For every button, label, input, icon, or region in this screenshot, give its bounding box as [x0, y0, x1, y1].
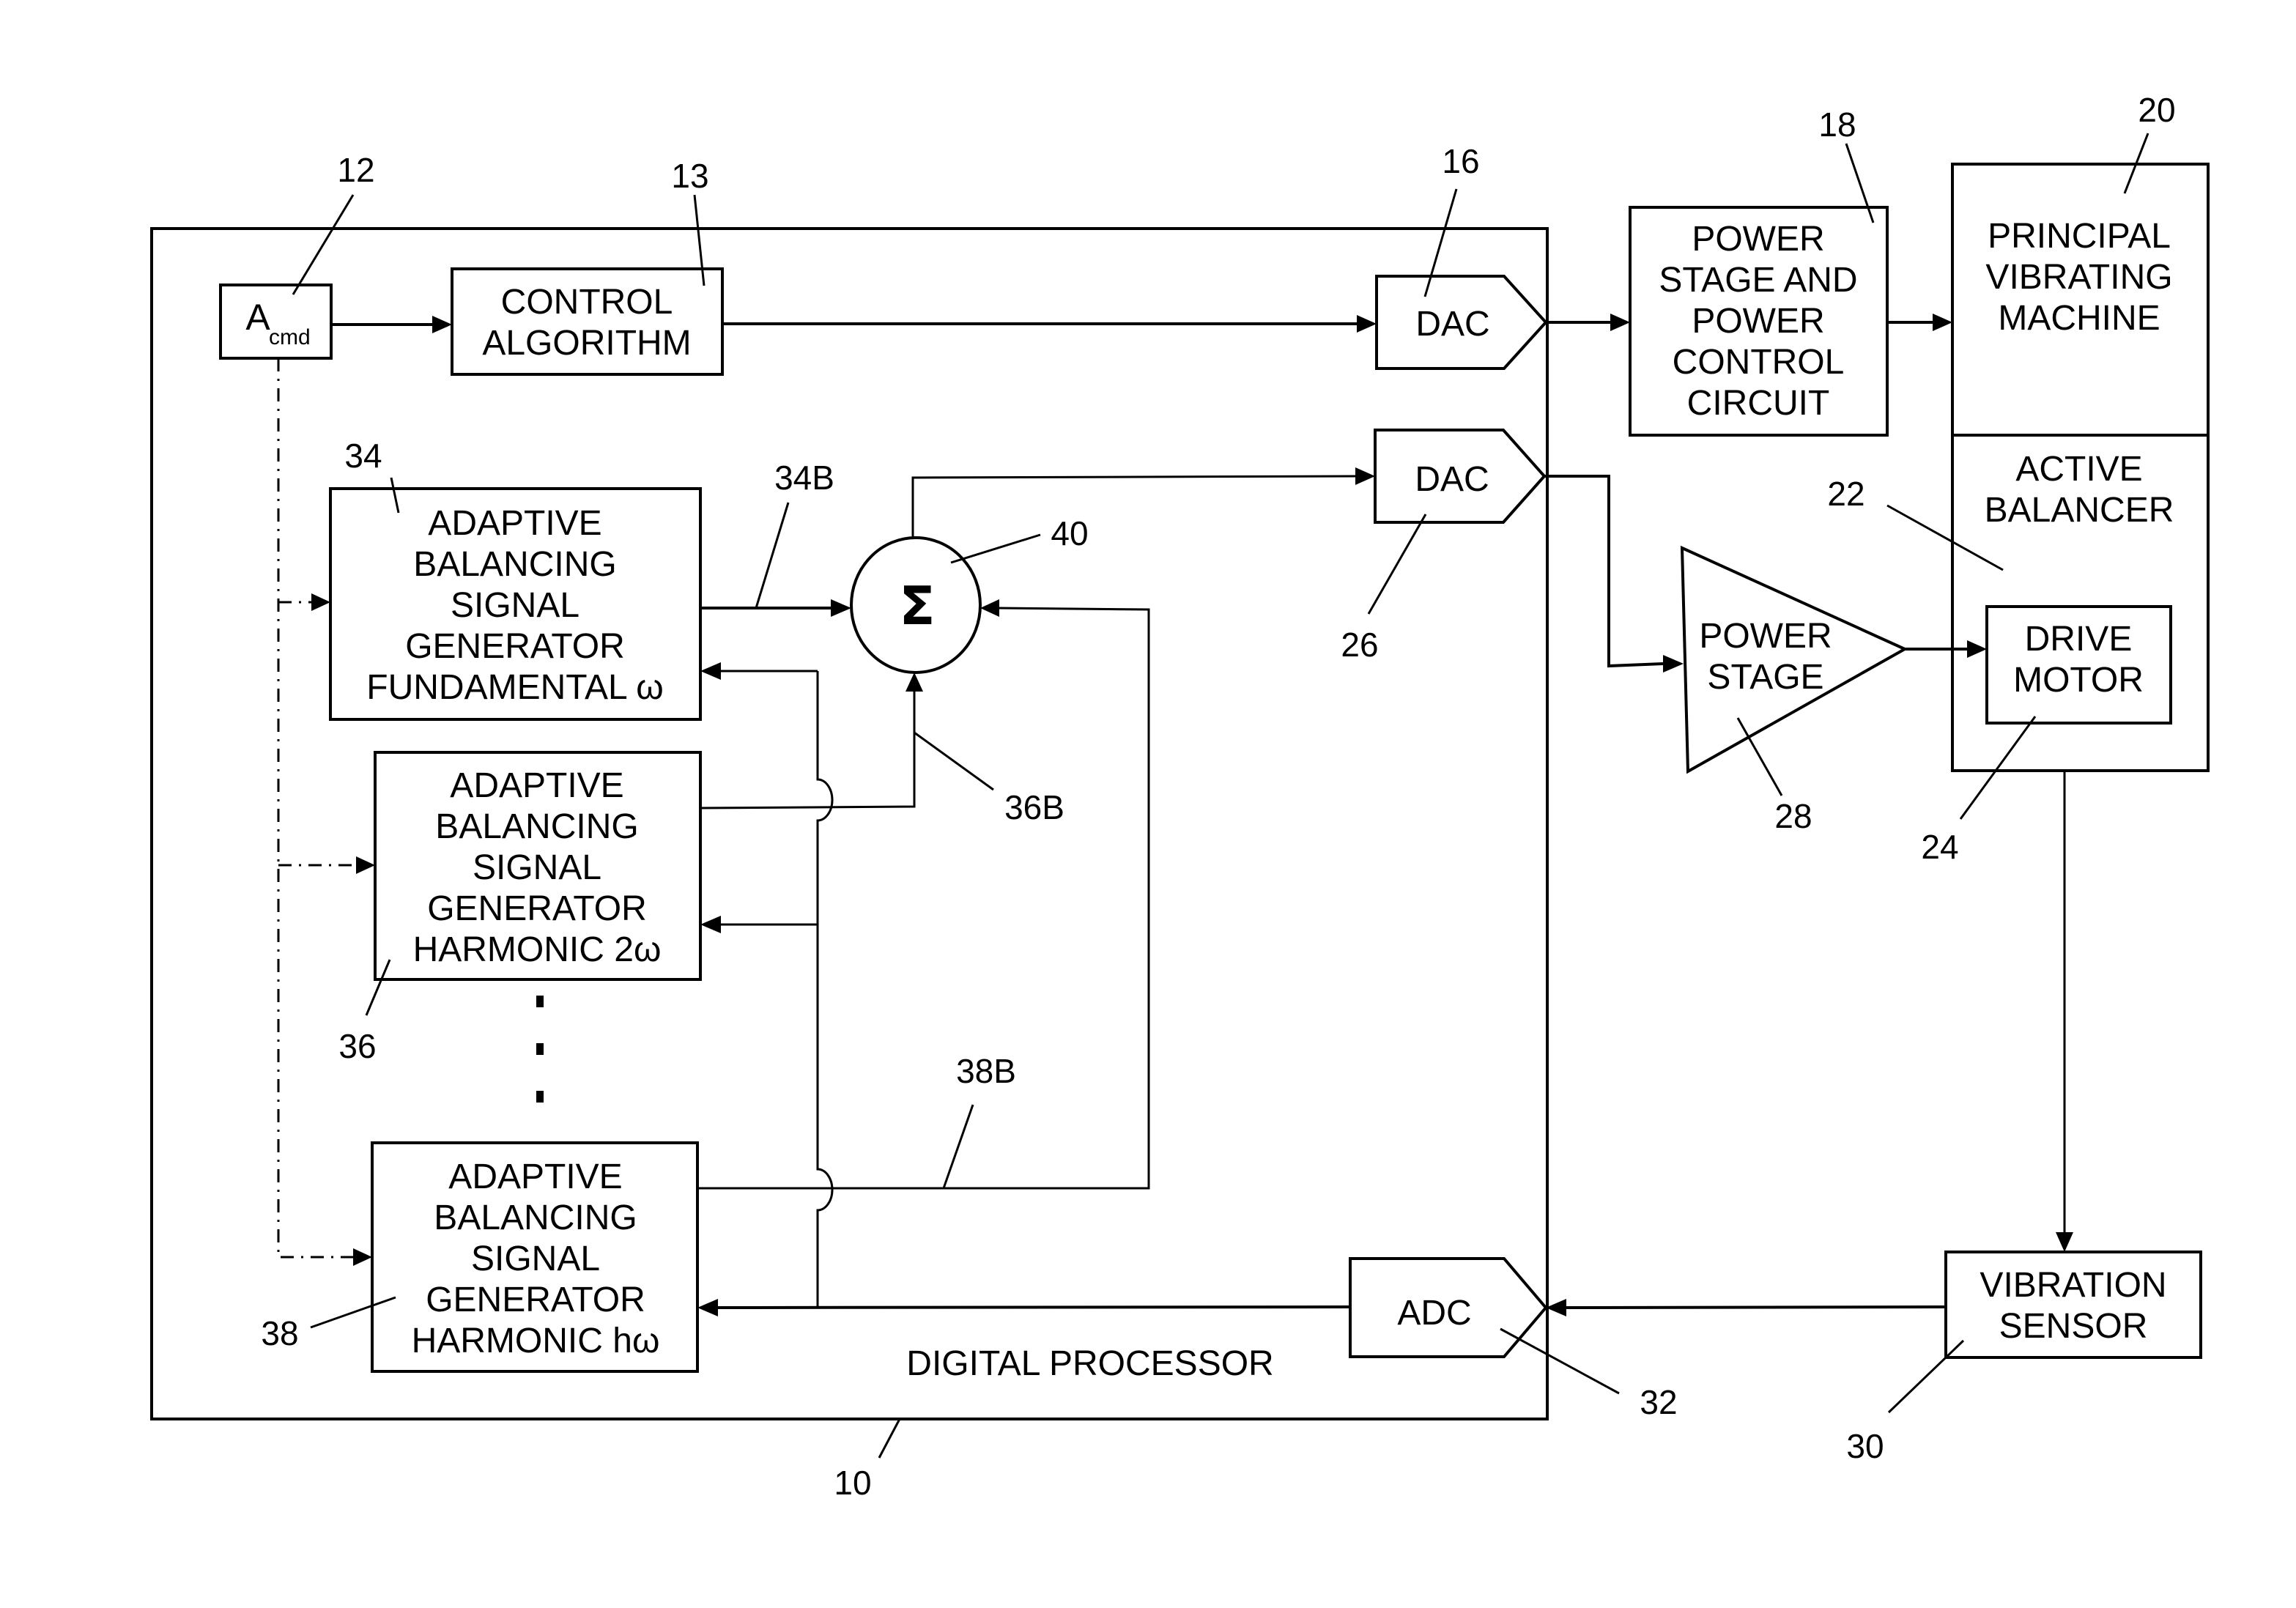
svg-text:13: 13	[671, 157, 708, 195]
svg-text:DAC: DAC	[1415, 305, 1489, 344]
svg-text:Σ: Σ	[899, 575, 935, 637]
svg-text:20: 20	[2138, 91, 2175, 129]
vibration-sensor-block: VIBRATION SENSOR	[1944, 1251, 2202, 1359]
svg-text:PRINCIPAL: PRINCIPAL	[1988, 217, 2171, 256]
arrow-summer-to-dac26	[911, 467, 1375, 538]
svg-text:38B: 38B	[956, 1052, 1016, 1090]
control-algorithm-block: CONTROL ALGORITHM	[451, 267, 724, 376]
drive-motor-block: DRIVE MOTOR	[1985, 605, 2172, 725]
svg-text:STAGE: STAGE	[1707, 658, 1823, 697]
arrow-power-control-to-machine	[1887, 314, 1952, 331]
svg-text:VIBRATION: VIBRATION	[1980, 1266, 2166, 1305]
digital-processor-label: DIGITAL PROCESSOR	[906, 1344, 1273, 1383]
svg-text:34: 34	[344, 437, 382, 475]
svg-text:BALANCER: BALANCER	[1985, 491, 2174, 530]
adc-block: ADC	[1349, 1257, 1548, 1358]
svg-text:DRIVE: DRIVE	[2025, 620, 2133, 659]
svg-text:36B: 36B	[1004, 788, 1064, 826]
svg-text:16: 16	[1442, 142, 1479, 180]
arrow-machine-to-sensor	[2056, 771, 2073, 1252]
arrow-dac26-to-power-stage	[1544, 475, 1684, 673]
svg-text:ADAPTIVE: ADAPTIVE	[428, 504, 601, 543]
svg-text:SIGNAL: SIGNAL	[451, 586, 579, 625]
svg-text:POWER: POWER	[1692, 302, 1824, 341]
generator-harmonic-h-block: ADAPTIVE BALANCING SIGNAL GENERATOR HARM…	[371, 1141, 699, 1373]
feedback-bus	[697, 662, 1351, 1316]
svg-text:28: 28	[1774, 797, 1812, 835]
svg-text:34B: 34B	[774, 459, 834, 497]
svg-text:VIBRATING: VIBRATING	[1985, 258, 2172, 297]
arrow-acmd-to-control	[331, 316, 452, 333]
block-diagram: DIGITAL PROCESSOR 10 A cmd 12 CONTROL AL…	[150, 91, 2210, 1502]
ref-28: 28	[1736, 717, 1812, 835]
dac-26-block: DAC	[1374, 429, 1547, 524]
ref-13: 13	[671, 157, 709, 286]
acmd-block: A cmd	[219, 284, 333, 360]
svg-text:18: 18	[1818, 105, 1856, 144]
svg-text:26: 26	[1341, 626, 1378, 664]
ref-30: 30	[1846, 1339, 1965, 1465]
svg-text:10: 10	[834, 1464, 871, 1502]
ref-10: 10	[834, 1418, 901, 1502]
svg-text:CIRCUIT: CIRCUIT	[1687, 384, 1830, 423]
digital-processor-block: DIGITAL PROCESSOR	[150, 227, 1549, 1420]
svg-text:SIGNAL: SIGNAL	[473, 848, 601, 887]
svg-text:ALGORITHM: ALGORITHM	[482, 324, 691, 363]
svg-text:ADAPTIVE: ADAPTIVE	[450, 766, 623, 805]
svg-text:36: 36	[338, 1027, 376, 1065]
svg-text:cmd: cmd	[269, 325, 311, 349]
ref-40: 40	[950, 514, 1089, 564]
svg-text:38: 38	[261, 1314, 298, 1352]
svg-text:CONTROL: CONTROL	[501, 283, 673, 322]
svg-text:BALANCING: BALANCING	[413, 545, 616, 584]
svg-text:30: 30	[1846, 1427, 1884, 1465]
svg-text:STAGE AND: STAGE AND	[1659, 261, 1857, 300]
generator-harmonic-2-block: ADAPTIVE BALANCING SIGNAL GENERATOR HARM…	[374, 751, 702, 981]
dac-16-block: DAC	[1375, 275, 1548, 370]
svg-text:SIGNAL: SIGNAL	[471, 1240, 600, 1278]
svg-text:40: 40	[1051, 514, 1088, 552]
ref-26: 26	[1341, 514, 1427, 664]
signal-38b: 38B	[697, 599, 1150, 1190]
ref-32: 32	[1500, 1327, 1678, 1421]
generator-fundamental-block: ADAPTIVE BALANCING SIGNAL GENERATOR FUND…	[329, 487, 702, 721]
svg-text:A: A	[245, 297, 270, 338]
arrow-sensor-to-adc	[1546, 1299, 1947, 1316]
svg-text:SENSOR: SENSOR	[1999, 1307, 2148, 1346]
svg-text:ADC: ADC	[1397, 1294, 1471, 1333]
svg-text:HARMONIC hω: HARMONIC hω	[412, 1322, 660, 1360]
power-stage-control-block: POWER STAGE AND POWER CONTROL CIRCUIT	[1629, 206, 1889, 437]
svg-text:CONTROL: CONTROL	[1673, 343, 1845, 382]
svg-text:FUNDAMENTAL ω: FUNDAMENTAL ω	[366, 668, 664, 707]
svg-text:MOTOR: MOTOR	[2013, 661, 2144, 700]
ref-16: 16	[1423, 142, 1480, 297]
ref-18: 18	[1818, 105, 1875, 223]
signal-36b: 36B	[700, 673, 1064, 826]
svg-text:DAC: DAC	[1415, 460, 1489, 499]
svg-text:ADAPTIVE: ADAPTIVE	[448, 1157, 622, 1196]
arrow-control-to-dac16	[722, 315, 1377, 333]
signal-34b: 34B	[700, 459, 851, 617]
svg-text:32: 32	[1640, 1383, 1677, 1421]
svg-text:GENERATOR: GENERATOR	[426, 1281, 645, 1319]
svg-text:GENERATOR: GENERATOR	[405, 627, 625, 666]
svg-text:GENERATOR: GENERATOR	[427, 889, 647, 928]
svg-text:POWER: POWER	[1699, 617, 1832, 656]
svg-text:HARMONIC 2ω: HARMONIC 2ω	[413, 930, 662, 969]
power-stage-block: POWER STAGE	[1680, 545, 1908, 774]
svg-text:MACHINE: MACHINE	[1998, 299, 2160, 338]
more-generators-ellipsis	[536, 996, 544, 1103]
summer-block: Σ	[850, 536, 982, 674]
svg-text:12: 12	[337, 151, 374, 189]
ref-12: 12	[292, 151, 375, 295]
svg-text:BALANCING: BALANCING	[434, 1198, 637, 1237]
ref-36: 36	[338, 959, 391, 1065]
svg-text:22: 22	[1827, 475, 1864, 513]
svg-text:POWER: POWER	[1692, 220, 1824, 259]
svg-text:BALANCING: BALANCING	[435, 807, 638, 846]
svg-text:24: 24	[1921, 828, 1958, 866]
arrow-dac16-to-power-control	[1546, 314, 1630, 331]
svg-text:ACTIVE: ACTIVE	[2015, 450, 2142, 489]
